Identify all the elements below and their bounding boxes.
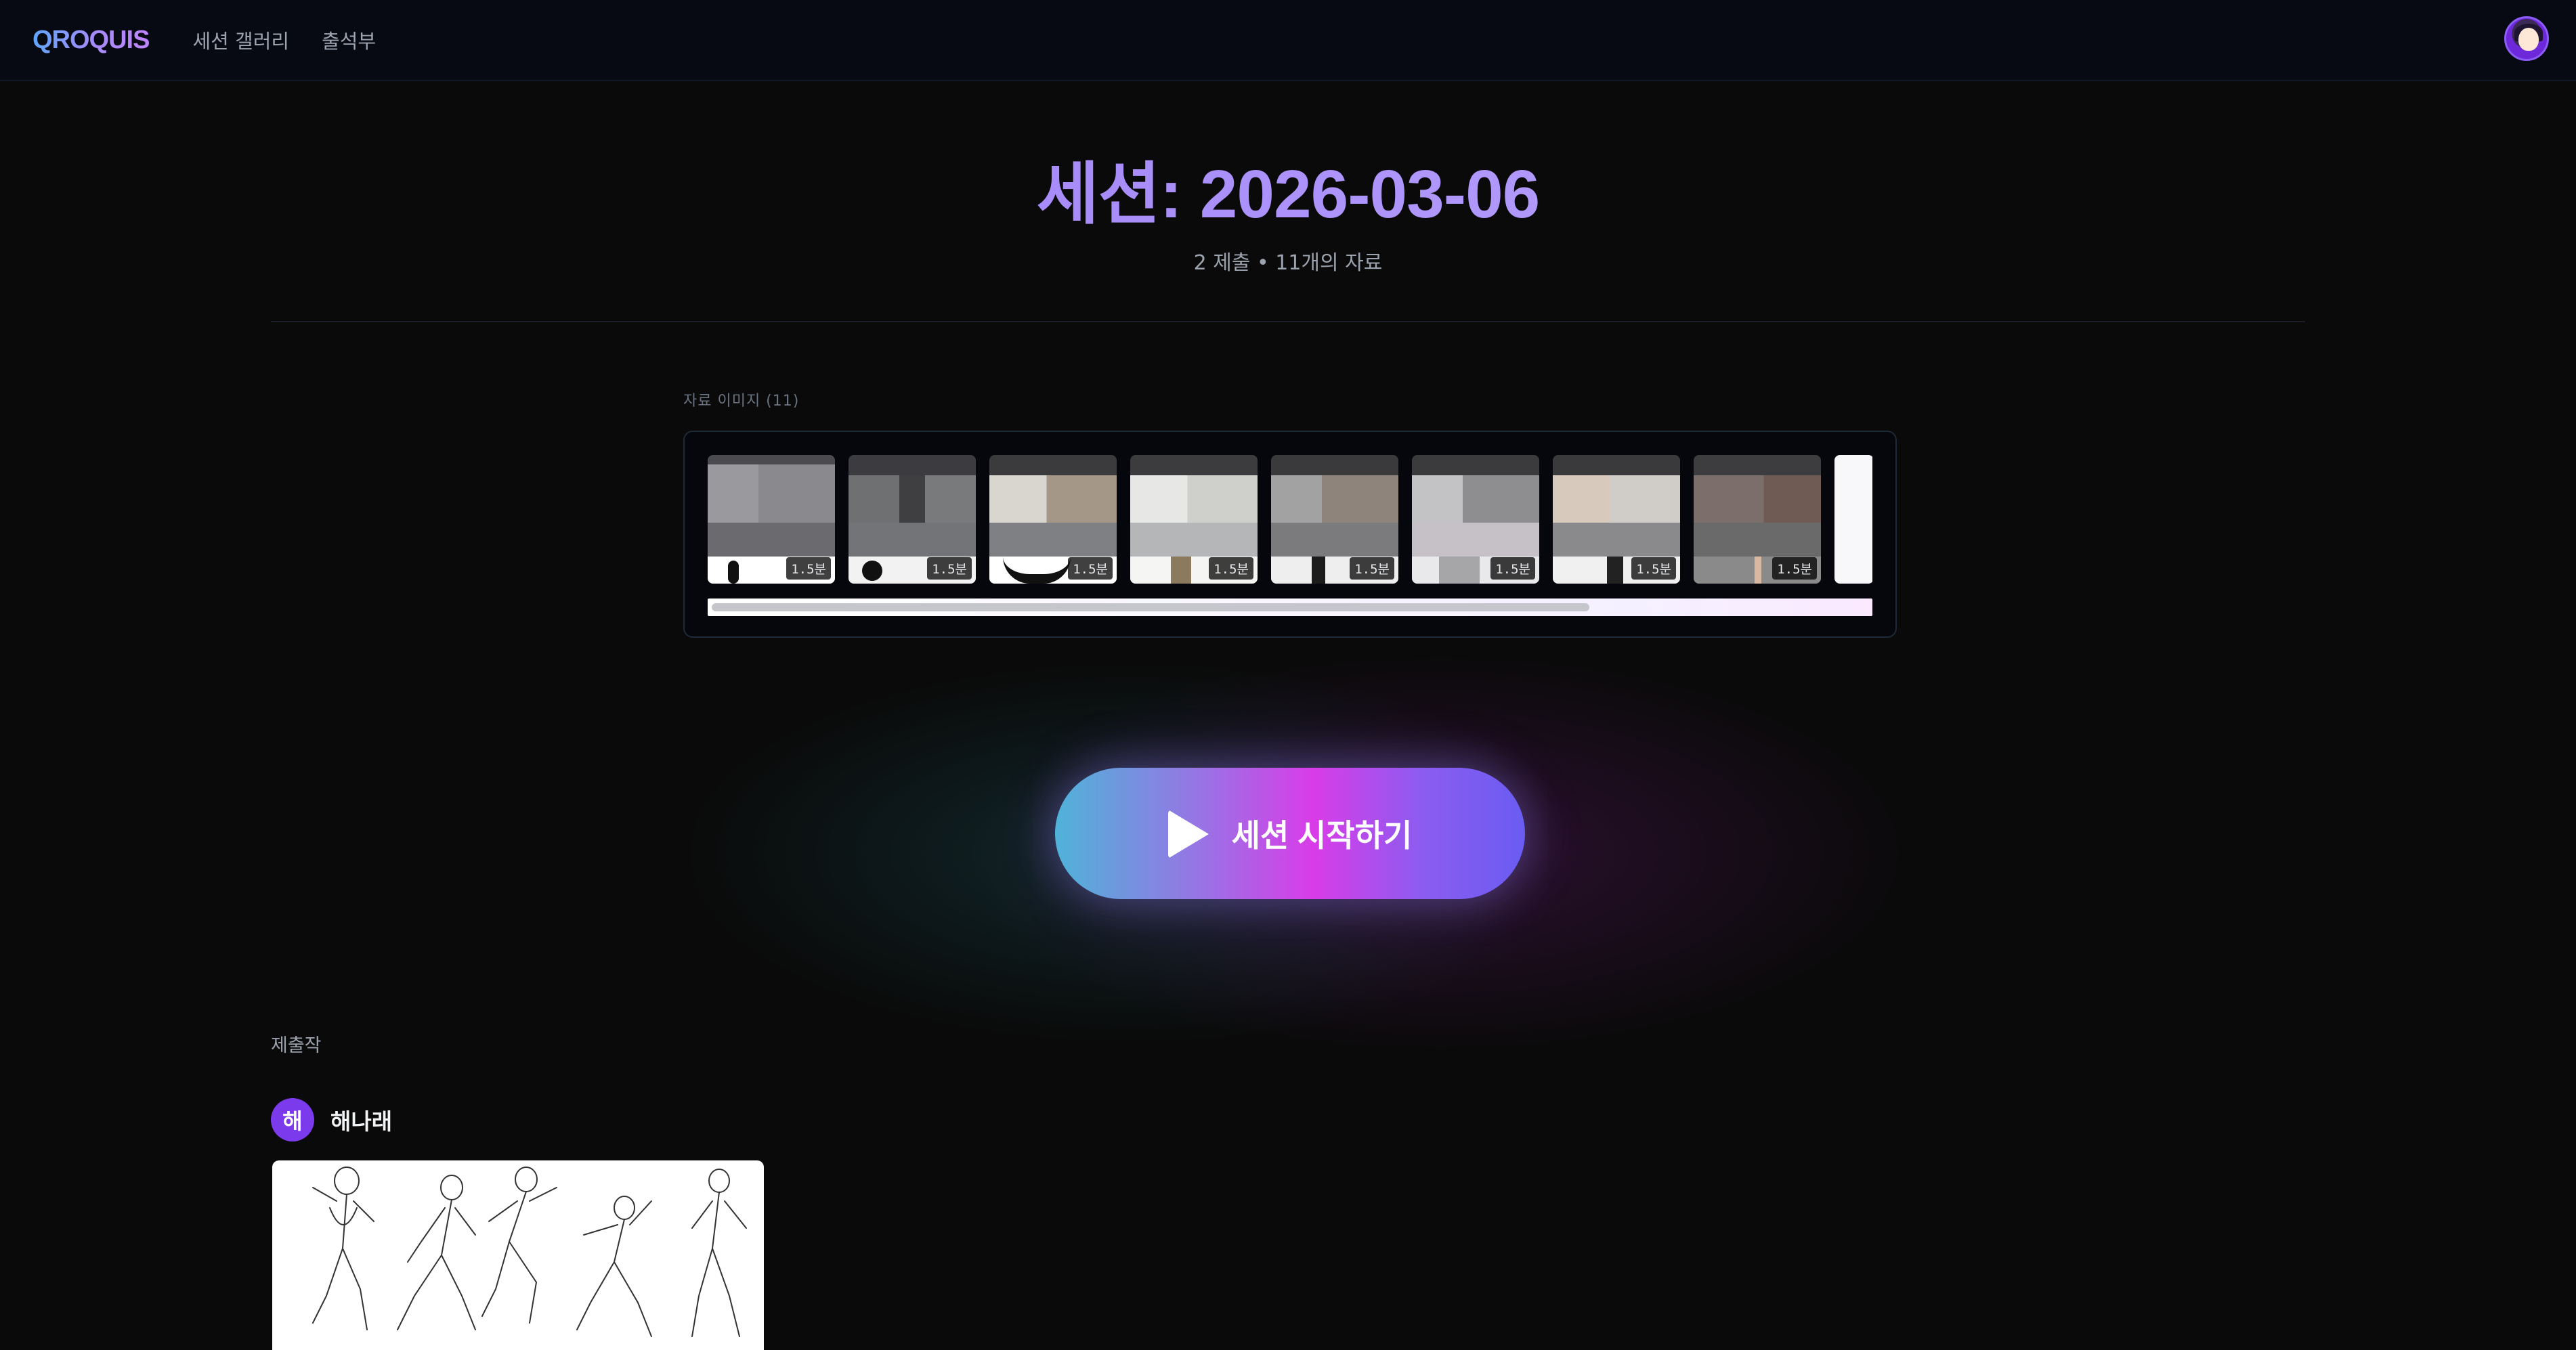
submissions-label: 제출작: [271, 1035, 322, 1056]
duration-badge: 1.5분: [927, 557, 972, 580]
duration-badge: 1.5분: [1631, 557, 1676, 580]
main-nav: 세션 갤러리 출석부: [192, 26, 376, 54]
reference-thumbnail[interactable]: 1.5분: [1412, 455, 1539, 584]
reference-thumbnail[interactable]: 1.5분: [1130, 455, 1258, 584]
nav-attendance[interactable]: 출석부: [322, 26, 376, 54]
reference-images-label: 자료 이미지 (11): [683, 393, 800, 410]
app-logo[interactable]: QROQUIS: [33, 26, 150, 55]
reference-strip: 1.5분 1.5분 1.5분 1.5분 1.5분 1.5분 1.5분 1.5분: [683, 431, 1897, 638]
reference-thumbnail[interactable]: 1.5분: [1694, 455, 1821, 584]
top-navigation-bar: QROQUIS 세션 갤러리 출석부: [0, 0, 2576, 81]
section-divider: [271, 321, 2305, 322]
horizontal-scrollbar[interactable]: [708, 598, 1872, 616]
reference-thumbnail[interactable]: 1.5분: [849, 455, 976, 584]
start-session-button[interactable]: 세션 시작하기: [1055, 768, 1525, 899]
session-meta: 2 제출 • 11개의 자료: [1193, 251, 1383, 275]
duration-badge: 1.5분: [786, 557, 831, 580]
submission-user[interactable]: 해 해나래: [271, 1098, 392, 1141]
user-avatar[interactable]: [2504, 16, 2549, 61]
reference-thumbnail[interactable]: 1.5분: [989, 455, 1117, 584]
duration-badge: 1.5분: [1490, 557, 1535, 580]
reference-thumbnail[interactable]: 1.5분: [1553, 455, 1680, 584]
user-initial-avatar: 해: [271, 1098, 314, 1141]
user-name: 해나래: [330, 1108, 393, 1135]
start-session-label: 세션 시작하기: [1231, 818, 1413, 853]
duration-badge: 1.5분: [1350, 557, 1394, 580]
reference-thumbnail[interactable]: [1834, 455, 1872, 584]
reference-thumbnail[interactable]: 1.5분: [708, 455, 835, 584]
duration-badge: 1.5분: [1068, 557, 1113, 580]
sketch-figures-image: [312, 1167, 747, 1337]
session-title: 세션: 2026-03-06: [0, 156, 2576, 234]
play-icon: [1167, 810, 1209, 858]
duration-badge: 1.5분: [1209, 557, 1253, 580]
reference-thumbnails[interactable]: 1.5분 1.5분 1.5분 1.5분 1.5분 1.5분 1.5분 1.5분: [708, 455, 1872, 584]
reference-thumbnail[interactable]: 1.5분: [1271, 455, 1398, 584]
duration-badge: 1.5분: [1772, 557, 1817, 580]
submission-drawing[interactable]: [272, 1160, 764, 1350]
nav-session-gallery[interactable]: 세션 갤러리: [192, 26, 289, 54]
session-header: 세션: 2026-03-06 2 제출 • 11개의 자료: [0, 156, 2576, 276]
scrollbar-thumb[interactable]: [712, 603, 1589, 611]
avatar-face: [2518, 28, 2539, 51]
